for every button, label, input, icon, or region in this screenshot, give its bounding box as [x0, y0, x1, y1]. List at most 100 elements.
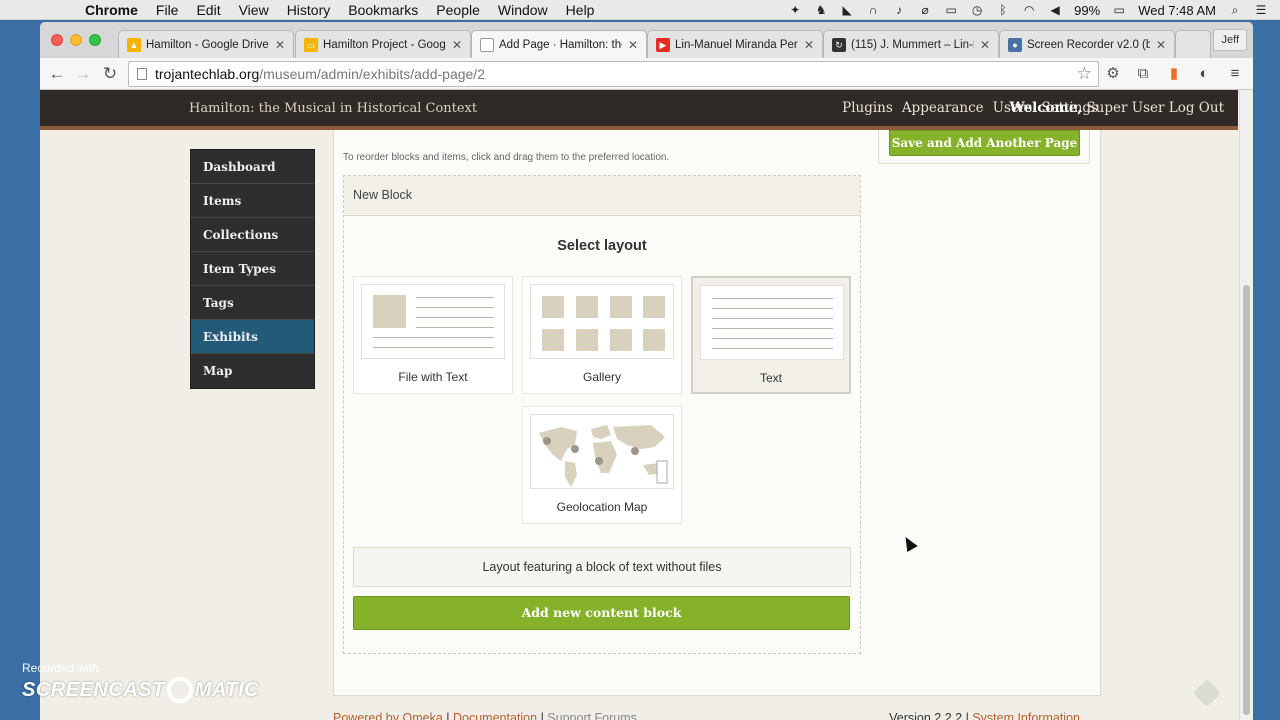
menubar-clock[interactable]: Wed 7:48 AM	[1138, 3, 1216, 18]
adobe-icon[interactable]: ◣	[840, 4, 854, 16]
documentation-link[interactable]: Documentation	[453, 711, 537, 720]
logo-text-left: SCREENCAST	[22, 678, 165, 701]
system-information-link[interactable]: System Information	[972, 711, 1080, 720]
layout-text[interactable]: Text	[691, 276, 851, 394]
tab-add-page[interactable]: Add Page · Hamilton: the ✕	[471, 30, 647, 58]
close-tab-icon[interactable]: ✕	[804, 38, 814, 52]
layout-gallery[interactable]: Gallery	[522, 276, 682, 394]
volume-icon[interactable]: ◀	[1048, 4, 1062, 16]
battery-percent[interactable]: 99%	[1074, 3, 1100, 18]
user-name-link[interactable]: Super User	[1086, 100, 1164, 116]
dropbox-icon[interactable]: ✦	[788, 4, 802, 16]
close-tab-icon[interactable]: ✕	[452, 38, 462, 52]
menu-app-name[interactable]: Chrome	[85, 2, 138, 18]
spotlight-search-icon[interactable]: ⌕	[1228, 4, 1242, 16]
tab-google-drive[interactable]: ▲ Hamilton - Google Drive ✕	[118, 30, 294, 58]
powered-by-omeka-link[interactable]: Powered by Omeka	[333, 711, 443, 720]
content-blocks-area: New Block Select layout File with Text G…	[343, 175, 861, 654]
new-tab-button[interactable]	[1175, 30, 1211, 58]
nav-plugins[interactable]: Plugins	[842, 100, 893, 116]
page-viewport: Hamilton: the Musical in Historical Cont…	[40, 90, 1253, 720]
sidebar-item-dashboard[interactable]: Dashboard	[191, 150, 314, 184]
evernote-icon[interactable]: ♞	[814, 4, 828, 16]
close-tab-icon[interactable]: ✕	[275, 38, 285, 52]
tab-screen-recorder[interactable]: ● Screen Recorder v2.0 (be ✕	[999, 30, 1175, 58]
sidebar-item-map[interactable]: Map	[191, 354, 314, 388]
footer-separator: |	[540, 711, 544, 720]
footer-separator: |	[446, 711, 450, 720]
logout-link[interactable]: Log Out	[1169, 100, 1224, 116]
tab-lin-manuel[interactable]: ▶ Lin-Manuel Miranda Perf ✕	[647, 30, 823, 58]
settings-gear-icon[interactable]: ⚙	[1103, 64, 1123, 84]
nav-appearance[interactable]: Appearance	[902, 100, 984, 116]
world-map-icon	[539, 425, 668, 487]
mummert-icon: ↻	[832, 37, 846, 52]
bluetooth-icon[interactable]: ᛒ	[996, 4, 1010, 16]
mac-menubar: Chrome File Edit View History Bookmarks …	[0, 0, 1280, 20]
tab-hamilton-project[interactable]: ▭ Hamilton Project - Googl ✕	[295, 30, 471, 58]
recorded-with-text: Recorded with	[22, 661, 99, 675]
text-thumbnail	[700, 285, 844, 360]
admin-sidebar: Dashboard Items Collections Item Types T…	[190, 149, 315, 389]
back-arrow-icon[interactable]: ←	[46, 63, 68, 85]
menu-window[interactable]: Window	[498, 2, 548, 18]
sidebar-item-items[interactable]: Items	[191, 184, 314, 218]
layout-name: File with Text	[398, 370, 468, 384]
sidebar-item-exhibits[interactable]: Exhibits	[191, 320, 314, 354]
sidebar-item-item-types[interactable]: Item Types	[191, 252, 314, 286]
address-bar[interactable]: trojantechlab.org/museum/admin/exhibits/…	[128, 61, 1099, 87]
headphones-icon[interactable]: ∩	[866, 4, 880, 16]
sidebar-item-collections[interactable]: Collections	[191, 218, 314, 252]
layout-file-with-text[interactable]: File with Text	[353, 276, 513, 394]
site-title[interactable]: Hamilton: the Musical in Historical Cont…	[189, 101, 477, 116]
chrome-menu-icon[interactable]: ≡	[1225, 64, 1245, 84]
menu-history[interactable]: History	[287, 2, 331, 18]
menu-edit[interactable]: Edit	[196, 2, 220, 18]
battery-icon[interactable]: ▭	[1112, 4, 1126, 16]
page-icon	[480, 37, 494, 52]
menu-file[interactable]: File	[156, 2, 179, 18]
youtube-icon: ▶	[656, 37, 670, 52]
close-tab-icon[interactable]: ✕	[1156, 38, 1166, 52]
menu-view[interactable]: View	[239, 2, 269, 18]
save-and-add-another-page-button[interactable]: Save and Add Another Page	[889, 130, 1080, 156]
extension-icon[interactable]: ⧉	[1133, 64, 1153, 84]
close-tab-icon[interactable]: ✕	[628, 38, 638, 52]
profile-button[interactable]: Jeff	[1213, 29, 1247, 51]
forward-arrow-icon[interactable]: →	[72, 63, 94, 85]
minimize-window-button[interactable]	[70, 34, 82, 46]
notification-center-icon[interactable]: ☰	[1254, 4, 1268, 16]
tab-mummert[interactable]: ↻ (115) J. Mummert – Lin-M ✕	[823, 30, 999, 58]
reload-icon[interactable]: ↻	[99, 63, 121, 85]
screencast-watermark: Recorded with SCREENCAST MATIC	[22, 661, 259, 703]
page-scrollbar[interactable]	[1239, 90, 1252, 720]
welcome-area: Welcome, Super User Log Out	[1010, 100, 1224, 116]
wifi-icon[interactable]: ◠	[1022, 4, 1036, 16]
bookmark-star-icon[interactable]: ☆	[1077, 62, 1092, 86]
layout-geolocation-map[interactable]: Geolocation Map	[522, 406, 682, 524]
airplay-icon[interactable]: ▭	[944, 4, 958, 16]
support-forums-link[interactable]: Support Forums	[547, 711, 637, 720]
scrollbar-thumb[interactable]	[1243, 285, 1250, 715]
menu-people[interactable]: People	[436, 2, 480, 18]
sidebar-item-tags[interactable]: Tags	[191, 286, 314, 320]
maximize-window-button[interactable]	[89, 34, 101, 46]
screencast-o-matic-logo: SCREENCAST MATIC	[22, 677, 259, 703]
page-info-icon[interactable]	[137, 68, 147, 80]
notification-bell-icon[interactable]: ♪	[892, 4, 906, 16]
close-tab-icon[interactable]: ✕	[980, 38, 990, 52]
no-disturb-icon[interactable]: ⌀	[918, 4, 932, 16]
google-slides-icon: ▭	[304, 37, 318, 52]
version-text: Version 2.2.2	[889, 711, 963, 720]
add-content-block-button[interactable]: Add new content block	[353, 596, 850, 630]
menu-help[interactable]: Help	[566, 2, 595, 18]
menu-bookmarks[interactable]: Bookmarks	[348, 2, 418, 18]
bookmark-extension-icon[interactable]: ▮	[1164, 64, 1184, 84]
time-machine-icon[interactable]: ◷	[970, 4, 984, 16]
logo-text-right: MATIC	[194, 678, 260, 701]
owl-extension-icon[interactable]: ◐	[1194, 64, 1214, 84]
chrome-window: ▲ Hamilton - Google Drive ✕ ▭ Hamilton P…	[40, 22, 1253, 720]
close-window-button[interactable]	[51, 34, 63, 46]
reorder-hint: To reorder blocks and items, click and d…	[343, 152, 670, 163]
new-block-header[interactable]: New Block	[344, 176, 860, 216]
